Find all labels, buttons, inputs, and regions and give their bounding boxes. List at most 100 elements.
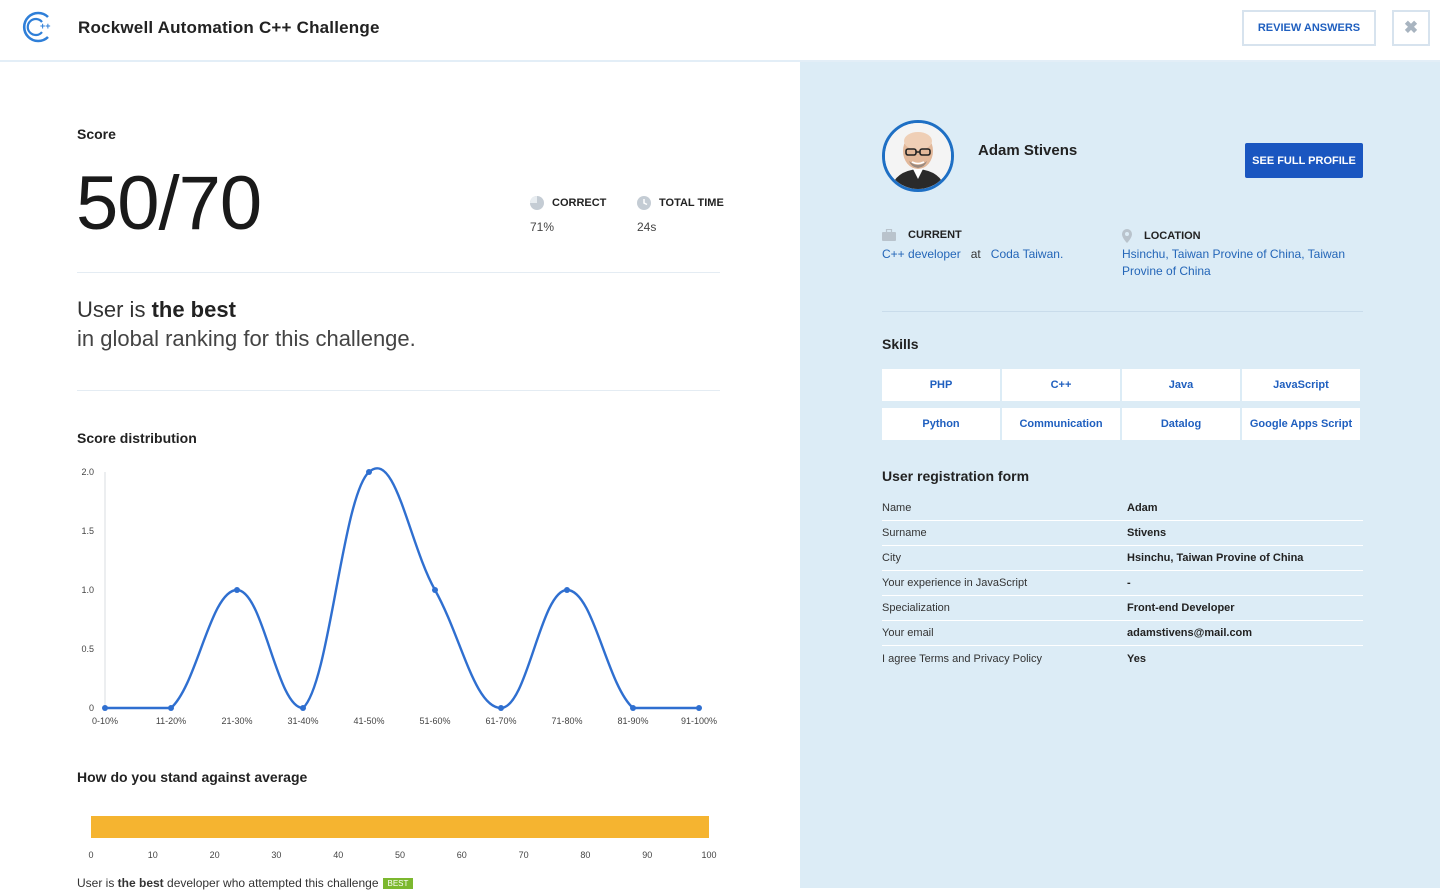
divider — [77, 390, 720, 391]
registration-title: User registration form — [882, 468, 1030, 484]
skill-tag[interactable]: C++ — [1002, 369, 1120, 401]
skill-tag[interactable]: Datalog — [1122, 408, 1240, 440]
correct-label: CORRECT — [552, 197, 607, 209]
x-tick-label: 60 — [457, 850, 467, 860]
ranking-line-2: in global ranking for this challenge. — [77, 326, 416, 351]
data-point — [300, 705, 306, 711]
challenge-title: Rockwell Automation C++ Challenge — [78, 18, 380, 37]
divider — [77, 272, 720, 273]
x-tick-label: 41-50% — [353, 716, 384, 726]
data-point — [102, 705, 108, 711]
score-distribution-svg: 0 0.5 1.0 1.5 2.0 0-10% 11-20% 21-30% 31-40% 41-5… — [81, 467, 717, 726]
x-tick-label: 40 — [333, 850, 343, 860]
x-tick-label: 50 — [395, 850, 405, 860]
close-button[interactable]: ✖ — [1392, 10, 1430, 46]
distribution-title: Score distribution — [77, 430, 197, 446]
location-pin-icon — [1122, 229, 1132, 243]
skill-tag[interactable]: Communication — [1002, 408, 1120, 440]
location-label: LOCATION — [1122, 229, 1201, 243]
y-tick-label: 1.5 — [81, 526, 94, 536]
correct-value: 71% — [530, 220, 555, 234]
y-tick-label: 0.5 — [81, 644, 94, 654]
clock-icon — [637, 196, 651, 210]
skill-tag[interactable]: JavaScript — [1242, 369, 1360, 401]
score-title: Score — [77, 126, 116, 142]
coda-logo-icon: ++ — [22, 11, 51, 43]
table-row: I agree Terms and Privacy Policy Yes — [882, 652, 1146, 665]
svg-text:++: ++ — [40, 21, 51, 31]
average-title: How do you stand against average — [77, 769, 308, 785]
x-tick-label: 51-60% — [419, 716, 450, 726]
registration-table: Name Adam Surname Stivens City Hsinchu, Tai… — [882, 496, 1363, 671]
profile-panel: Adam Stivens SEE FULL PROFILE CURRENT C+… — [800, 62, 1440, 888]
x-tick-label: 91-100% — [681, 716, 717, 726]
pie-icon — [530, 196, 544, 210]
ranking-highlight: the best — [151, 297, 236, 322]
time-label: TOTAL TIME — [659, 197, 724, 209]
skills-grid: PHP C++ Java JavaScript Python Communica… — [882, 369, 1362, 440]
ranking-line-1: User is the best — [77, 297, 236, 322]
current-label: CURRENT — [882, 229, 962, 241]
company-link[interactable]: Coda Taiwan. — [991, 247, 1064, 261]
y-tick-label: 1.0 — [81, 585, 94, 595]
divider — [882, 311, 1363, 312]
avatar — [882, 120, 954, 192]
average-bar-svg: 0 10 20 30 40 50 60 70 80 90 100 — [88, 816, 717, 860]
skill-tag[interactable]: Google Apps Script — [1242, 408, 1360, 440]
x-tick-label: 21-30% — [221, 716, 252, 726]
data-point — [696, 705, 702, 711]
data-point — [564, 587, 570, 593]
skill-tag[interactable]: PHP — [882, 369, 1000, 401]
correct-stat: CORRECT 71% — [530, 196, 606, 234]
data-point — [630, 705, 636, 711]
location-value: Hsinchu, Taiwan Provine of China, Taiwan… — [1122, 247, 1346, 278]
score-distribution-chart: 0 0.5 1.0 1.5 2.0 0-10% 11-20% 21-30% 31-40% 41-5… — [76, 460, 726, 730]
table-row: Your experience in JavaScript - — [882, 571, 1363, 596]
see-full-profile-button[interactable]: SEE FULL PROFILE — [1245, 143, 1363, 178]
user-name: Adam Stivens — [978, 142, 1078, 159]
x-tick-label: 0 — [88, 850, 93, 860]
distribution-series-line — [105, 467, 699, 710]
role-link[interactable]: C++ developer — [882, 247, 961, 261]
skill-tag[interactable]: Python — [882, 408, 1000, 440]
average-bar-chart: 0 10 20 30 40 50 60 70 80 90 100 — [76, 802, 726, 862]
close-icon: ✖ — [1403, 18, 1419, 37]
x-tick-label: 71-80% — [551, 716, 582, 726]
score-value: 50/70 — [76, 161, 262, 246]
top-bar: ++ Rockwell Automation C++ Challenge REV… — [0, 0, 1440, 62]
x-tick-label: 11-20% — [156, 716, 186, 726]
data-point — [498, 705, 504, 711]
x-tick-label: 30 — [271, 850, 281, 860]
data-point — [432, 587, 438, 593]
x-tick-label: 81-90% — [617, 716, 648, 726]
time-value: 24s — [637, 220, 657, 234]
table-row: Specialization Front-end Developer — [882, 596, 1363, 621]
data-point — [168, 705, 174, 711]
current-position: C++ developer at Coda Taiwan. — [882, 247, 1064, 261]
average-bar — [91, 816, 709, 838]
x-tick-label: 80 — [580, 850, 590, 860]
table-row: Your email adamstivens@mail.com — [882, 621, 1363, 646]
table-row: Surname Stivens — [882, 521, 1363, 546]
user-photo — [885, 123, 951, 189]
time-stat: TOTAL TIME 24s — [637, 196, 724, 234]
x-tick-label: 100 — [701, 850, 716, 860]
skill-tag[interactable]: Java — [1122, 369, 1240, 401]
skills-title: Skills — [882, 336, 919, 352]
table-row: Name Adam — [882, 496, 1363, 521]
x-tick-label: 0-10% — [92, 716, 118, 726]
review-answers-button[interactable]: REVIEW ANSWERS — [1242, 10, 1376, 46]
x-tick-label: 90 — [642, 850, 652, 860]
x-tick-label: 70 — [519, 850, 529, 860]
y-tick-label: 0 — [89, 703, 94, 713]
x-tick-label: 20 — [210, 850, 220, 860]
table-row: City Hsinchu, Taiwan Provine of China — [882, 546, 1363, 571]
results-panel: Score 50/70 CORRECT 71% TOTAL TIME 24s U… — [0, 62, 800, 890]
briefcase-icon — [882, 229, 896, 241]
data-point — [366, 469, 372, 475]
x-tick-label: 61-70% — [485, 716, 516, 726]
y-tick-label: 2.0 — [81, 467, 94, 477]
x-tick-label: 31-40% — [287, 716, 318, 726]
x-tick-label: 10 — [148, 850, 158, 860]
data-point — [234, 587, 240, 593]
